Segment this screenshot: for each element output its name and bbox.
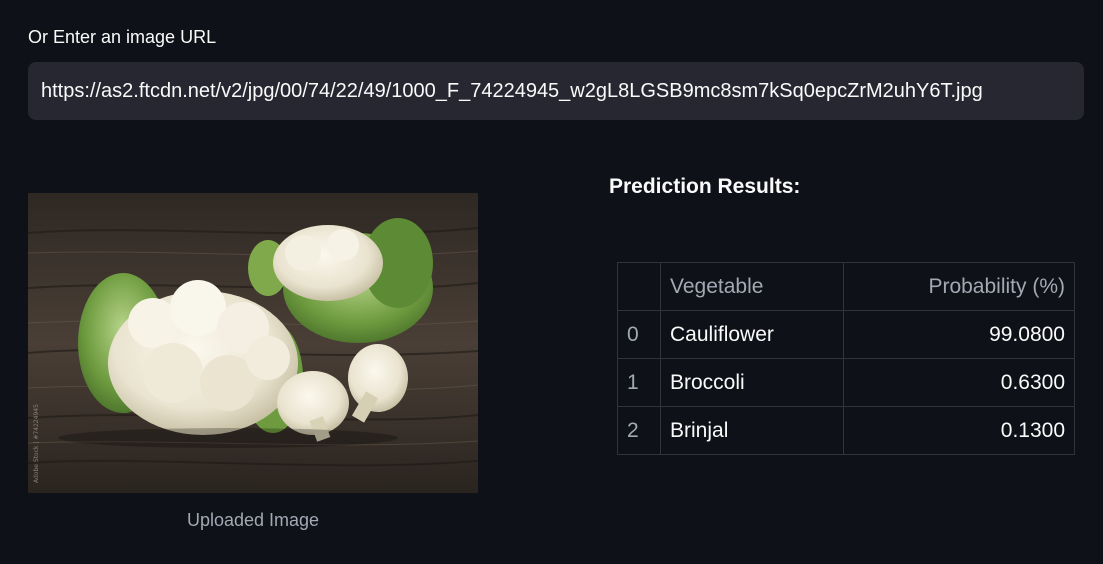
- results-title: Prediction Results:: [609, 175, 801, 198]
- row-vegetable: Cauliflower: [660, 310, 844, 359]
- prediction-table: Vegetable Probability (%) 0 Cauliflower …: [617, 262, 1075, 455]
- row-index: 0: [617, 310, 661, 359]
- row-index: 1: [617, 358, 661, 407]
- app-page: Or Enter an image URL https://as2.ftcdn.…: [0, 0, 1103, 564]
- row-vegetable: Brinjal: [660, 406, 844, 455]
- table-row: 2 Brinjal 0.1300: [617, 406, 1075, 455]
- column-header-vegetable: Vegetable: [660, 262, 844, 311]
- uploaded-image: Adobe Stock | #74224945: [28, 193, 478, 493]
- row-probability: 0.1300: [843, 406, 1075, 455]
- image-caption: Uploaded Image: [186, 510, 320, 530]
- row-probability: 99.0800: [843, 310, 1075, 359]
- table-header-row: Vegetable Probability (%): [617, 262, 1075, 311]
- url-input-label: Or Enter an image URL: [28, 27, 217, 47]
- column-header-index: [617, 262, 661, 311]
- row-vegetable: Broccoli: [660, 358, 844, 407]
- table-row: 1 Broccoli 0.6300: [617, 358, 1075, 407]
- svg-text:Adobe Stock | #74224945: Adobe Stock | #74224945: [33, 404, 40, 483]
- image-url-input[interactable]: [28, 62, 1084, 120]
- column-header-probability: Probability (%): [843, 262, 1075, 311]
- row-index: 2: [617, 406, 661, 455]
- table-row: 0 Cauliflower 99.0800: [617, 310, 1075, 359]
- row-probability: 0.6300: [843, 358, 1075, 407]
